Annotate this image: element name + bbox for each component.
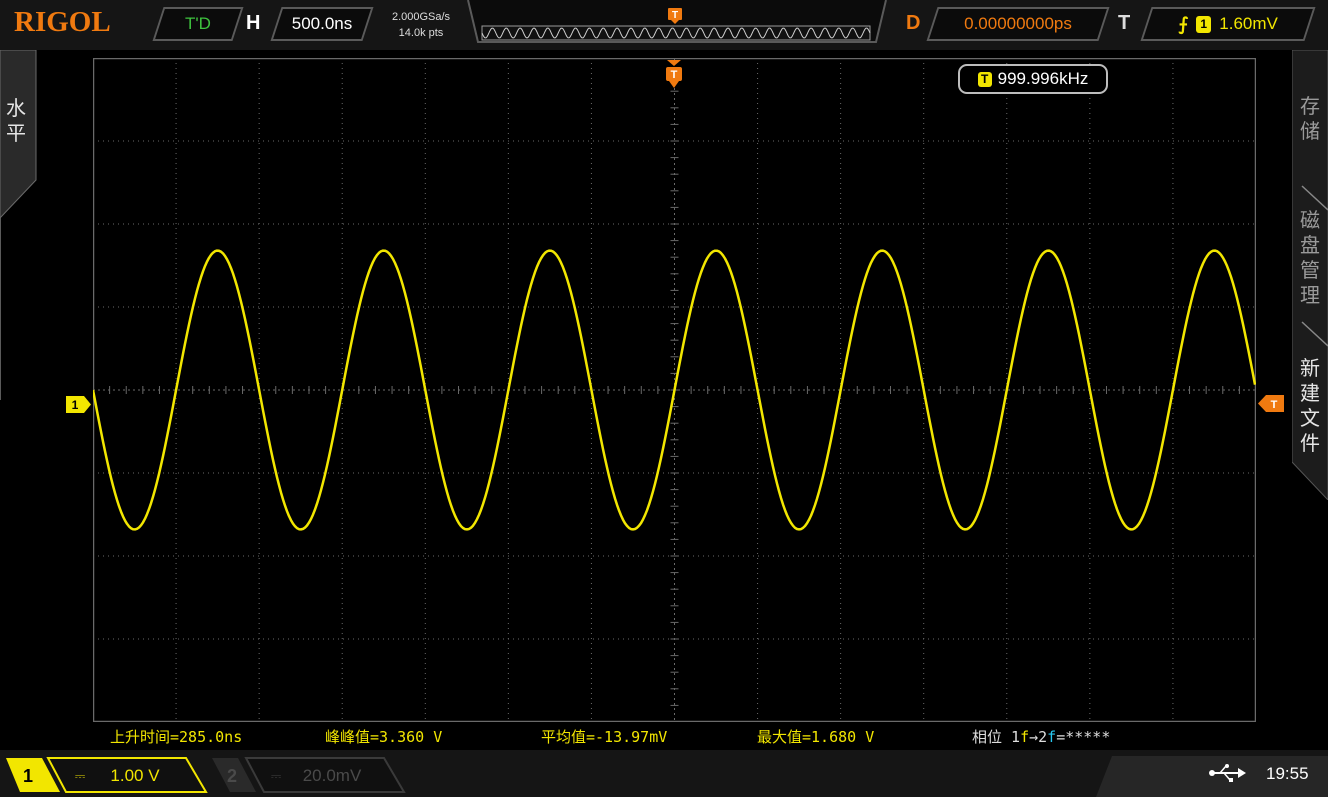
trigger-level-letter: T: [1271, 399, 1278, 411]
measurement-bar: 上升时间=285.0ns 峰峰值=3.360 V 平均值=-13.97mV 最大…: [0, 726, 1328, 748]
channel-tabs: 1 ⎓ 1.00 V 2 ⎓ 20.0mV: [6, 757, 406, 793]
rising-edge-icon: ⨍: [1178, 13, 1189, 34]
frequency-source-badge: T: [977, 71, 992, 87]
phase-value: =*****: [1056, 728, 1111, 746]
phase-prefix: 相位 1: [972, 728, 1021, 746]
phase-f2: f: [1047, 728, 1057, 746]
trigger-level-value: 1.60mV: [1219, 14, 1278, 33]
brand-logo: RIGOL: [14, 6, 111, 38]
memory-depth: 14.0k pts: [398, 27, 444, 39]
timebase-value: 500.0ns: [291, 14, 353, 33]
measurement-rise-time[interactable]: 上升时间=285.0ns: [110, 726, 242, 747]
horizontal-menu-tab[interactable]: 水平: [0, 50, 38, 400]
ch2-number: 2: [227, 766, 237, 786]
trigger-status[interactable]: T'D: [152, 7, 244, 41]
phase-arrow: →2: [1029, 728, 1048, 746]
trigger-box[interactable]: ⨍ 1 1.60mV: [1140, 7, 1316, 41]
ch1-coupling-icon: ⎓: [75, 769, 85, 784]
softkey-new-file[interactable]: 新建文件: [1292, 356, 1328, 456]
trigger-status-text: T'D: [185, 14, 211, 33]
acquisition-info: 2.000GSa/s 14.0k pts: [380, 9, 462, 41]
trigger-label: T: [1118, 12, 1131, 34]
usb-icon: [1209, 764, 1246, 782]
delay-value: 0.00000000ps: [964, 14, 1072, 33]
measurement-mean[interactable]: 平均值=-13.97mV: [541, 726, 667, 747]
graticule: [91, 57, 1257, 723]
right-softkey-menu: 存储 磁盘管理 新建文件: [1292, 50, 1328, 500]
ch1-number: 1: [23, 766, 33, 786]
softkey-save[interactable]: 存储: [1292, 94, 1328, 144]
ch1-tab[interactable]: 1 ⎓ 1.00 V: [6, 757, 208, 793]
trigger-source-badge: 1: [1196, 15, 1212, 33]
top-status-bar: RIGOL T'D H 500.0ns 2.000GSa/s 14.0k pts…: [0, 0, 1328, 50]
waveform-display[interactable]: T T 999.996kHz: [91, 57, 1257, 723]
measurement-max[interactable]: 最大值=1.680 V: [757, 726, 874, 747]
memory-trigger-letter: T: [672, 10, 678, 21]
measurement-vpp[interactable]: 峰峰值=3.360 V: [325, 726, 442, 747]
delay-label: D: [906, 12, 921, 34]
memory-overview[interactable]: T: [466, 0, 888, 44]
ch1-offset-label: 1: [72, 398, 79, 412]
horizontal-label: H: [246, 12, 261, 34]
ch2-coupling-icon: ⎓: [271, 769, 281, 784]
trigger-position-letter: T: [671, 69, 678, 81]
timebase-box[interactable]: 500.0ns: [270, 7, 374, 41]
bottom-channel-bar: 1 ⎓ 1.00 V 2 ⎓ 20.0mV 19:55: [0, 750, 1328, 797]
trigger-level-marker[interactable]: T: [1258, 395, 1284, 412]
phase-f1: f: [1020, 728, 1030, 746]
frequency-value: 999.996kHz: [997, 69, 1089, 88]
left-menu-label: 水平: [6, 96, 26, 145]
softkey-disk-manage[interactable]: 磁盘管理: [1292, 208, 1328, 308]
sample-rate: 2.000GSa/s: [391, 11, 451, 23]
frequency-counter[interactable]: T 999.996kHz: [958, 64, 1108, 94]
ch1-scale: 1.00 V: [110, 766, 160, 785]
ch2-tab[interactable]: 2 ⎓ 20.0mV: [212, 757, 406, 793]
trigger-position-marker[interactable]: T: [666, 60, 682, 90]
ch2-scale: 20.0mV: [303, 766, 362, 785]
clock-time: 19:55: [1266, 764, 1309, 783]
ch1-offset-marker[interactable]: 1: [66, 396, 92, 413]
delay-box[interactable]: 0.00000000ps: [926, 7, 1110, 41]
measurement-phase[interactable]: 相位 1f→2f=*****: [972, 726, 1110, 747]
